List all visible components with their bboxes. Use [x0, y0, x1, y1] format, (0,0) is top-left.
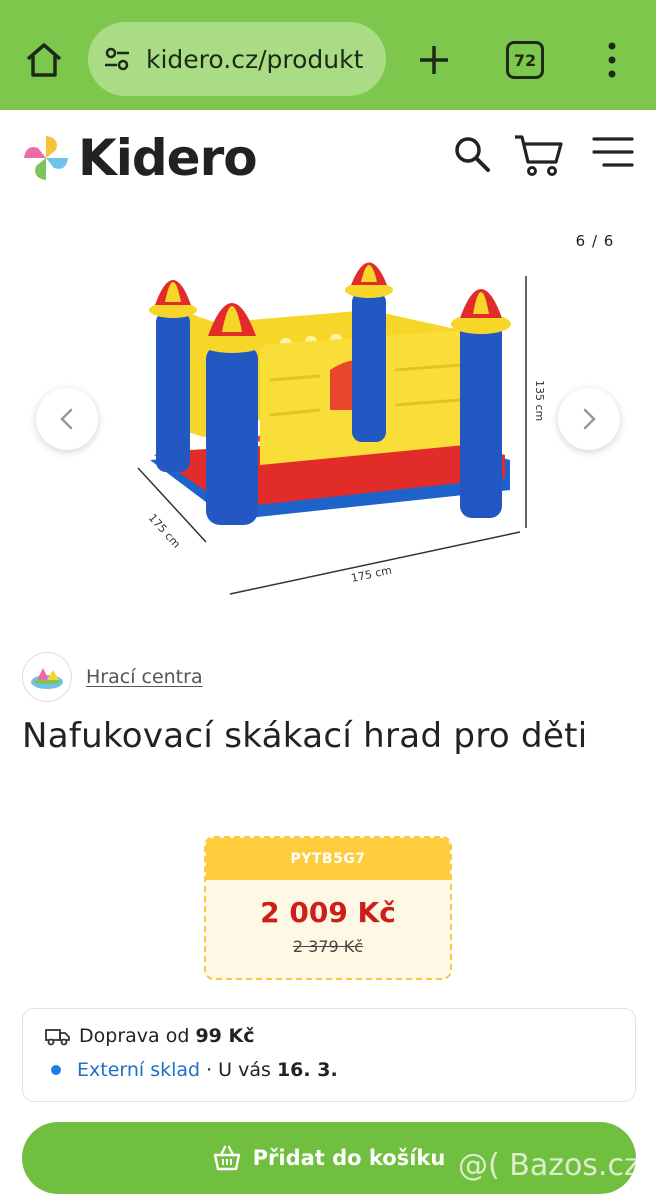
site-header: Kidero [0, 110, 656, 206]
product-title: Nafukovací skákací hrad pro děti [22, 716, 588, 756]
gallery-next-button[interactable] [558, 388, 620, 450]
stock-link[interactable]: Externí sklad [77, 1059, 200, 1081]
dimension-height-label: 135 cm [533, 380, 546, 421]
search-icon[interactable] [452, 134, 492, 174]
delivery-info-box: Doprava od 99 Kč Externí sklad · U vás 1… [22, 1008, 636, 1102]
basket-icon [213, 1145, 240, 1171]
address-bar[interactable]: kidero.cz/produkt [88, 22, 386, 96]
gallery-counter: 6 / 6 [575, 232, 615, 250]
url-text[interactable]: kidero.cz/produkt [146, 45, 363, 74]
category-thumbnail[interactable] [22, 652, 72, 702]
price-box: PYTB5G7 2 009 Kč 2 379 Kč [204, 836, 452, 980]
tab-switcher-button[interactable]: 72 [506, 41, 544, 79]
product-image[interactable]: 135 cm 175 cm 175 cm [120, 250, 550, 610]
cart-icon[interactable] [512, 132, 564, 178]
logo-text: Kidero [78, 129, 258, 187]
dimension-depth-label: 175 cm [146, 511, 183, 550]
separator: · [206, 1059, 213, 1081]
delivery-label: U vás [218, 1059, 271, 1081]
pinwheel-logo-icon [24, 136, 68, 180]
current-price: 2 009 Kč [260, 896, 396, 929]
site-logo[interactable]: Kidero [20, 129, 258, 187]
category-link[interactable]: Hrací centra [86, 666, 203, 688]
product-code: PYTB5G7 [206, 838, 450, 880]
category-row: Hrací centra [22, 652, 203, 702]
hamburger-menu-icon[interactable] [590, 134, 636, 170]
chevron-left-icon [60, 408, 73, 430]
browser-toolbar: kidero.cz/produkt 72 [0, 0, 656, 110]
stock-row: Externí sklad · U vás 16. 3. [51, 1059, 338, 1081]
watermark: @( Bazos.cz [458, 1148, 640, 1183]
gallery-prev-button[interactable] [36, 388, 98, 450]
home-icon[interactable] [22, 38, 66, 82]
more-options-icon[interactable] [598, 40, 626, 80]
old-price: 2 379 Kč [292, 937, 364, 956]
shipping-price: 99 Kč [195, 1025, 255, 1047]
stock-status-dot [51, 1065, 61, 1075]
truck-icon [45, 1029, 70, 1046]
chevron-right-icon [583, 408, 596, 430]
delivery-date: 16. 3. [276, 1059, 338, 1081]
add-to-cart-label: Přidat do košíku [252, 1146, 446, 1170]
shipping-row: Doprava od 99 Kč [45, 1025, 254, 1047]
shipping-label: Doprava od [79, 1025, 190, 1047]
new-tab-icon[interactable] [412, 38, 456, 82]
site-settings-icon[interactable] [102, 44, 132, 74]
